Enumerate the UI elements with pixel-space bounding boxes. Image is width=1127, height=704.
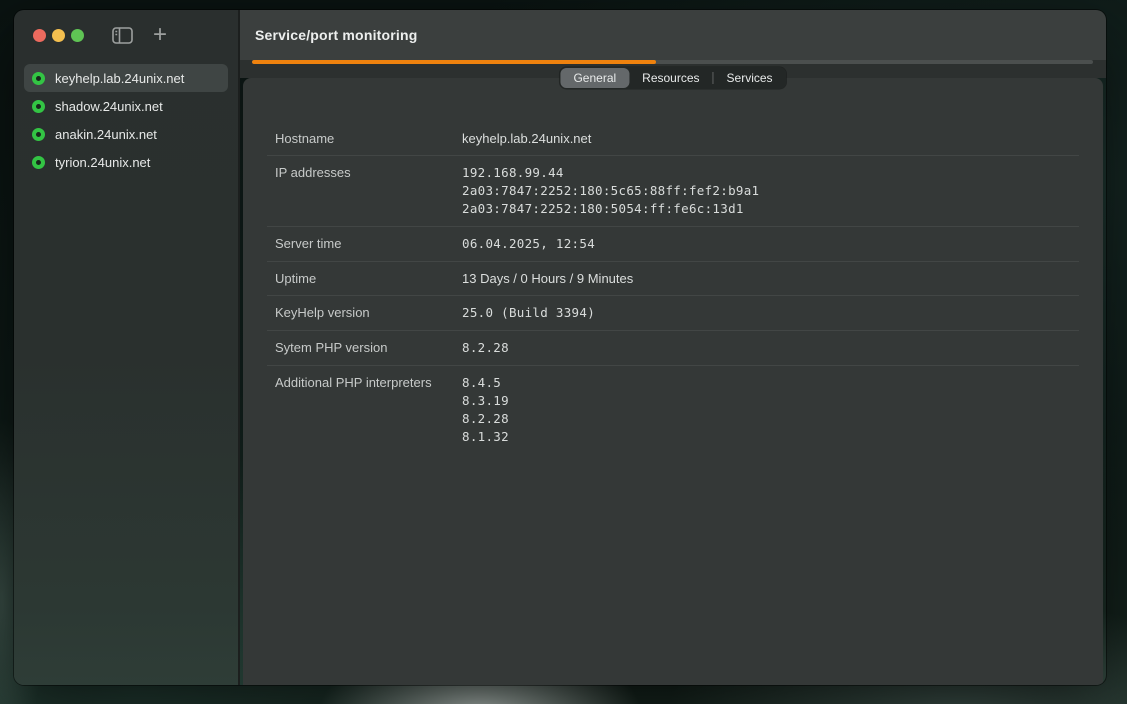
row-label: Sytem PHP version [275,339,462,357]
general-panel: Hostname keyhelp.lab.24unix.net IP addre… [243,78,1103,685]
row-additional-php-interpreters: Additional PHP interpreters 8.4.5 8.3.19… [267,366,1079,454]
row-system-php-version: Sytem PHP version 8.2.28 [267,331,1079,366]
row-label: IP addresses [275,164,462,218]
tab-bar: General Resources Services [559,67,786,89]
status-dot [32,128,45,141]
info-table: Hostname keyhelp.lab.24unix.net IP addre… [243,78,1103,454]
row-hostname: Hostname keyhelp.lab.24unix.net [267,122,1079,156]
sidebar-titlebar: + [14,10,238,60]
server-label: anakin.24unix.net [55,127,157,142]
server-label: shadow.24unix.net [55,99,163,114]
sidebar-item-anakin[interactable]: anakin.24unix.net [24,120,228,148]
content-header: Service/port monitoring [240,10,1106,60]
tab-general[interactable]: General [560,68,629,88]
row-value: 8.2.28 [462,339,509,357]
status-dot [32,72,45,85]
server-label: tyrion.24unix.net [55,155,150,170]
row-value: 06.04.2025, 12:54 [462,235,595,253]
sidebar-toggle-icon[interactable] [112,27,133,44]
close-traffic-light[interactable] [33,29,46,42]
main-content: Service/port monitoring General Resource… [240,10,1106,685]
row-value: 25.0 (Build 3394) [462,304,595,322]
row-value: keyhelp.lab.24unix.net [462,130,591,147]
status-dot [32,100,45,113]
row-label: Uptime [275,270,462,287]
minimize-traffic-light[interactable] [52,29,65,42]
row-label: Server time [275,235,462,253]
row-label: Additional PHP interpreters [275,374,462,446]
page-title: Service/port monitoring [255,27,418,43]
tab-services[interactable]: Services [714,68,786,88]
tab-resources[interactable]: Resources [629,68,712,88]
sidebar-item-tyrion[interactable]: tyrion.24unix.net [24,148,228,176]
progress-track [252,60,1093,64]
server-label: keyhelp.lab.24unix.net [55,71,184,86]
row-value: 192.168.99.44 2a03:7847:2252:180:5c65:88… [462,164,759,218]
status-dot [32,156,45,169]
sidebar-item-shadow[interactable]: shadow.24unix.net [24,92,228,120]
progress-fill [252,60,656,64]
row-server-time: Server time 06.04.2025, 12:54 [267,227,1079,262]
row-value: 8.4.5 8.3.19 8.2.28 8.1.32 [462,374,509,446]
row-value: 13 Days / 0 Hours / 9 Minutes [462,270,633,287]
add-server-icon[interactable]: + [153,23,167,47]
row-label: KeyHelp version [275,304,462,322]
app-window: + keyhelp.lab.24unix.net shadow.24unix.n… [14,10,1106,685]
zoom-traffic-light[interactable] [71,29,84,42]
row-keyhelp-version: KeyHelp version 25.0 (Build 3394) [267,296,1079,331]
row-uptime: Uptime 13 Days / 0 Hours / 9 Minutes [267,262,1079,296]
server-list: keyhelp.lab.24unix.net shadow.24unix.net… [14,60,238,180]
row-ip-addresses: IP addresses 192.168.99.44 2a03:7847:225… [267,156,1079,227]
sidebar-item-keyhelp[interactable]: keyhelp.lab.24unix.net [24,64,228,92]
row-label: Hostname [275,130,462,147]
sidebar: + keyhelp.lab.24unix.net shadow.24unix.n… [14,10,240,685]
